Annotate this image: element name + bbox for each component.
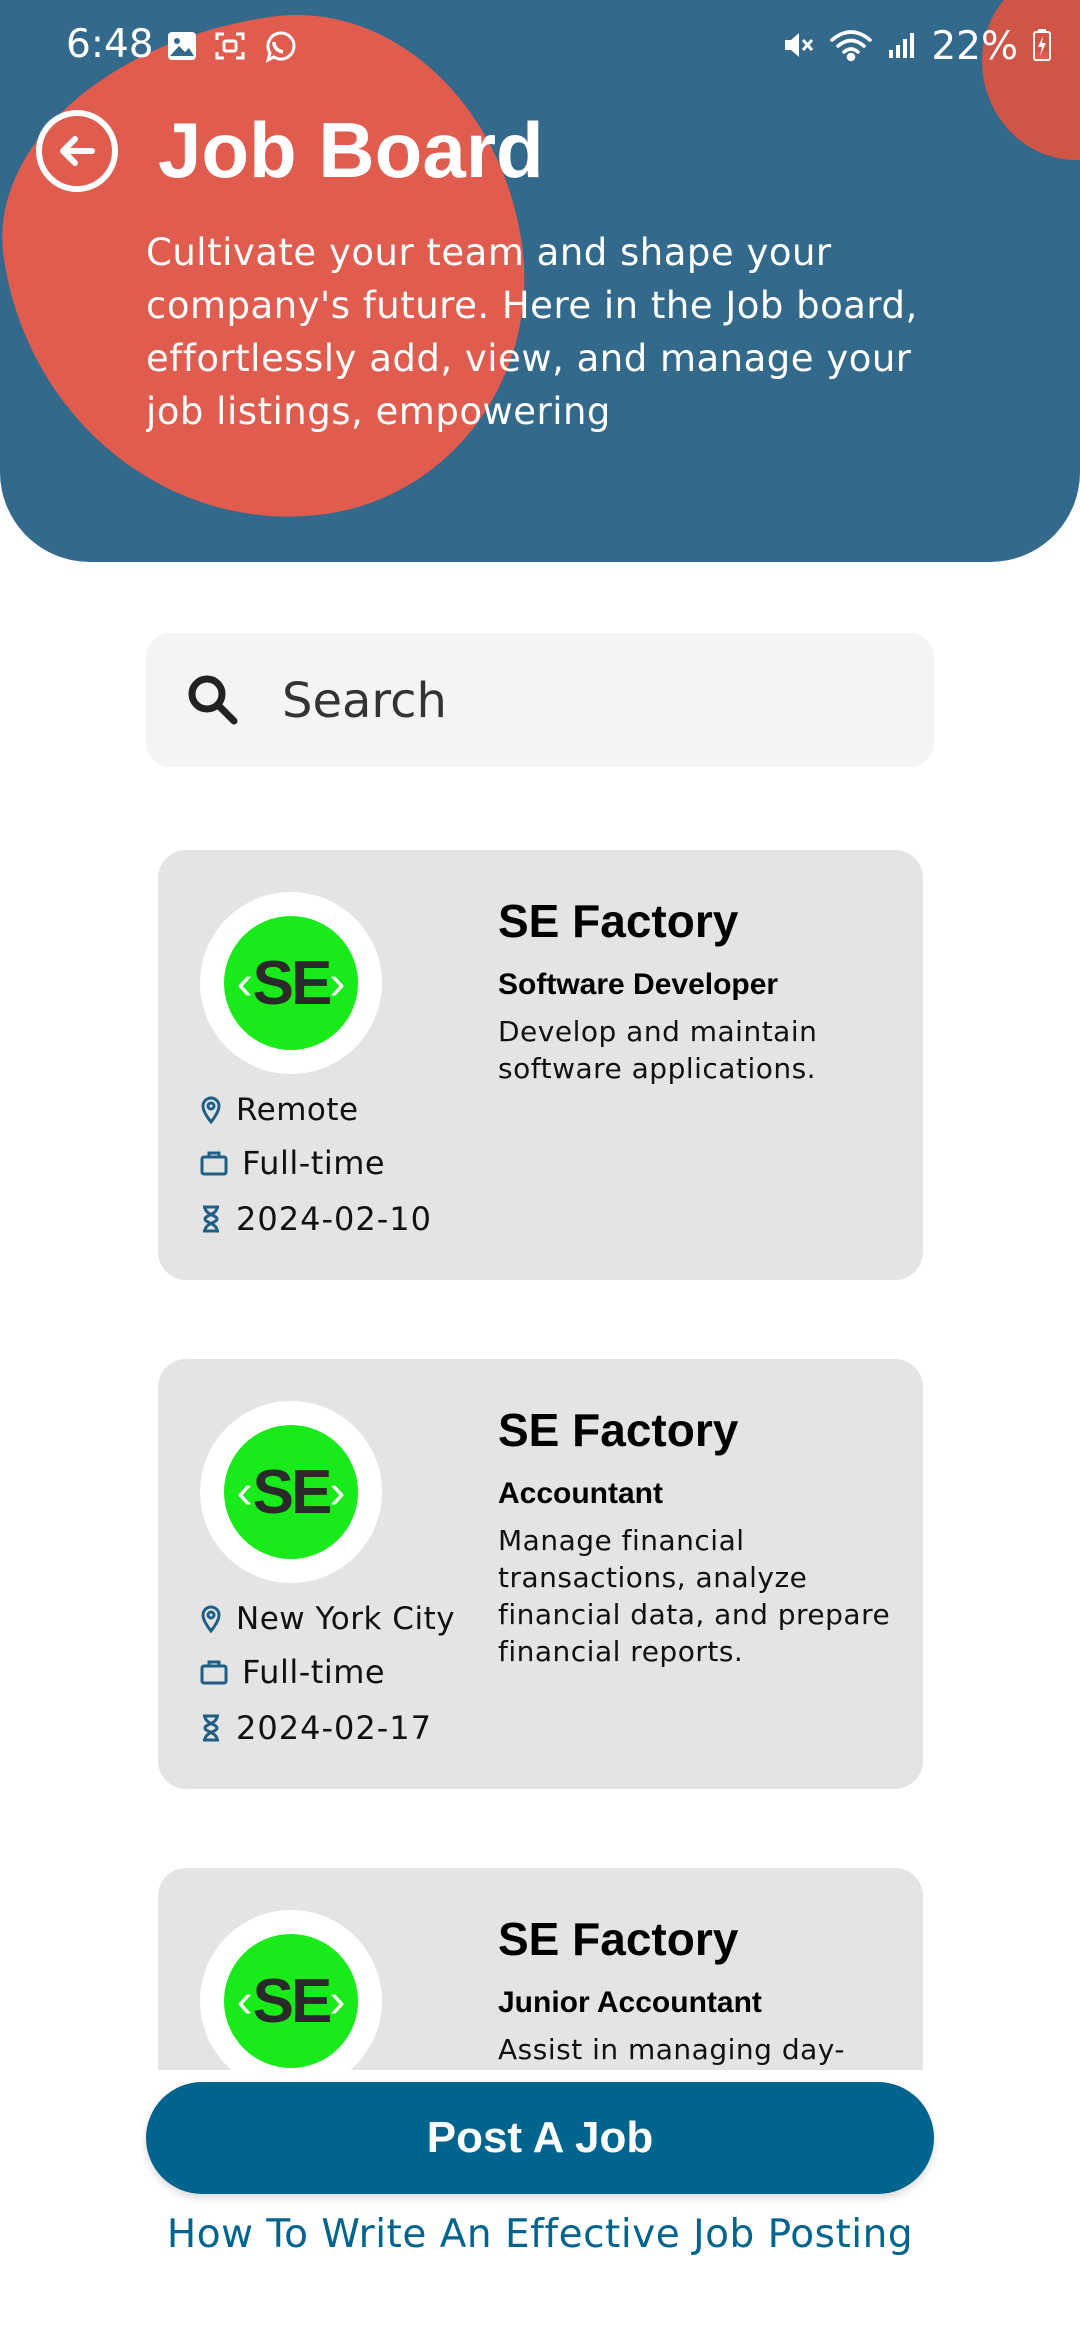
company-logo: ‹ SE ›: [200, 892, 382, 1074]
job-card[interactable]: ‹ SE › New York City Full-time 2024-02-17 …: [158, 1359, 923, 1789]
job-title: Junior Accountant: [498, 1986, 762, 2019]
notification-icons: [166, 30, 296, 68]
job-list[interactable]: ‹ SE › Remote Full-time 2024-02-10 SE Fact…: [0, 800, 1080, 2070]
job-description: Assist in managing day-: [498, 2033, 845, 2066]
company-logo: ‹ SE ›: [200, 1910, 382, 2070]
job-deadline: 2024-02-10: [200, 1200, 432, 1238]
screenshot-icon: [214, 30, 246, 68]
job-type: Full-time: [200, 1653, 385, 1691]
battery-charging-icon: [1032, 28, 1052, 66]
status-time: 6:48: [66, 22, 154, 67]
page-title: Job Board: [158, 106, 544, 194]
company-name: SE Factory: [498, 1404, 739, 1456]
company-logo: ‹ SE ›: [200, 1401, 382, 1583]
wifi-icon: [829, 28, 873, 66]
gallery-icon: [166, 30, 198, 68]
hourglass-icon: [203, 1714, 219, 1742]
whatsapp-icon: [262, 30, 296, 68]
page-description: Cultivate your team and shape your compa…: [146, 231, 918, 433]
system-icons: 22%: [781, 24, 1052, 69]
job-location: Remote: [200, 1092, 359, 1128]
mute-icon: [781, 28, 815, 66]
briefcase-icon: [200, 1660, 228, 1685]
job-title: Software Developer: [498, 968, 779, 1001]
job-location: New York City: [200, 1601, 455, 1637]
job-posting-guide-link[interactable]: How To Write An Effective Job Posting: [0, 2212, 1080, 2257]
arrow-left-icon: [60, 136, 95, 166]
company-logo-text: SE: [252, 948, 333, 1018]
header-banner: 6:48 22% Job Board Cultivate your team a…: [0, 0, 1080, 562]
job-description: Manage financial transactions, analyze f…: [498, 1524, 891, 1668]
search-icon: [184, 671, 242, 733]
job-deadline: 2024-02-17: [200, 1709, 432, 1747]
post-job-button[interactable]: Post A Job: [146, 2082, 934, 2194]
job-title: Accountant: [498, 1477, 663, 1510]
briefcase-icon: [200, 1151, 228, 1176]
battery-percent: 22%: [931, 24, 1018, 69]
search-bar[interactable]: [146, 633, 934, 767]
back-button[interactable]: [36, 110, 118, 192]
location-pin-icon: [201, 1605, 221, 1633]
job-card[interactable]: ‹ SE › Remote Full-time 2024-02-10 SE Fact…: [158, 850, 923, 1280]
hourglass-icon: [203, 1205, 219, 1233]
job-card[interactable]: ‹ SE › SE Factory Junior Accountant Assist…: [158, 1868, 923, 2070]
location-pin-icon: [201, 1096, 221, 1124]
company-name: SE Factory: [498, 1913, 739, 1965]
company-logo-text: SE: [252, 1457, 333, 1527]
job-type: Full-time: [200, 1144, 385, 1182]
search-input[interactable]: [280, 657, 904, 745]
company-logo-text: SE: [252, 1966, 333, 2036]
job-description: Develop and maintain software applicatio…: [498, 1015, 818, 1085]
signal-icon: [887, 30, 917, 64]
status-bar: 6:48 22%: [0, 0, 1080, 96]
company-name: SE Factory: [498, 895, 739, 947]
